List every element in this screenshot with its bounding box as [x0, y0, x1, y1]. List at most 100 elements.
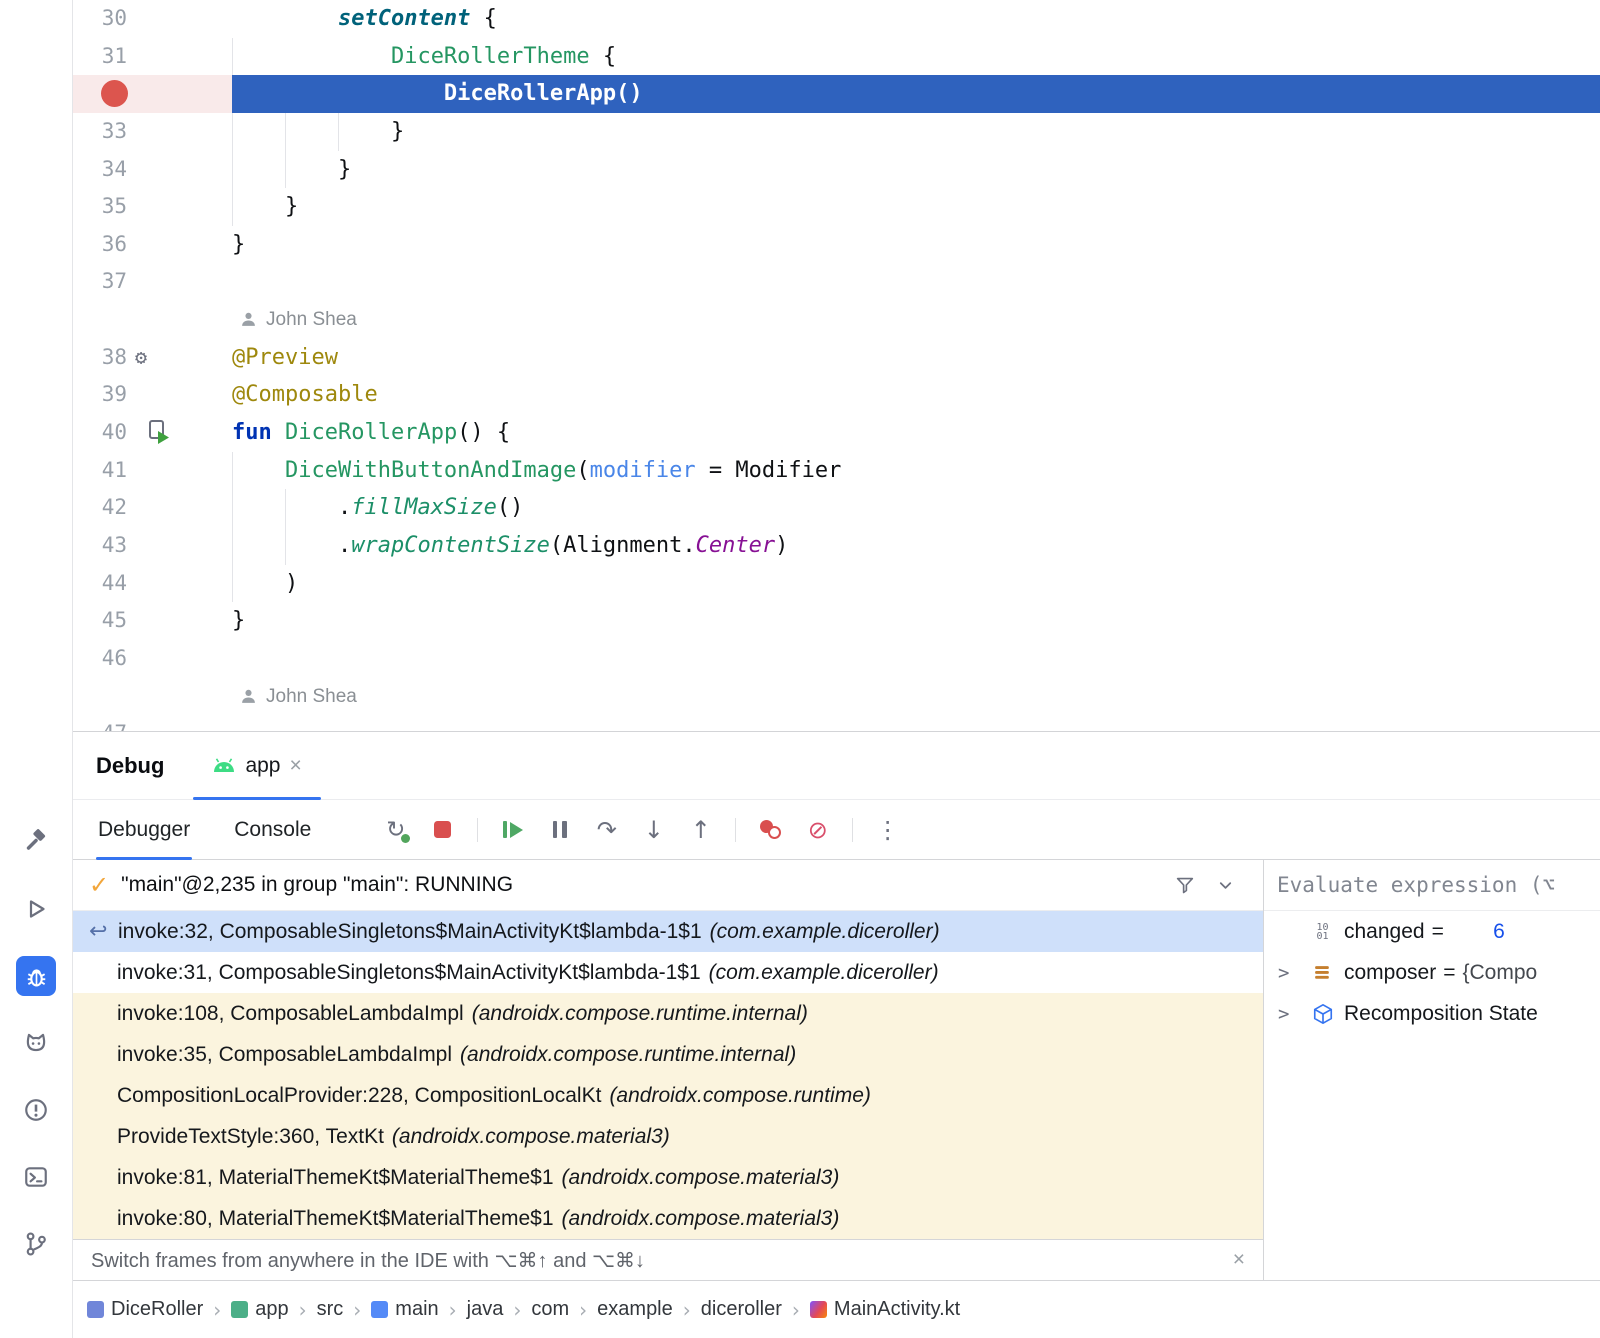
gutter-icon-area — [127, 151, 232, 189]
gutter[interactable]: 38⚙ — [73, 339, 232, 377]
line-number[interactable]: 39 — [73, 376, 127, 414]
gutter[interactable]: 47 — [73, 715, 232, 731]
gutter[interactable]: 37 — [73, 263, 232, 301]
object-cube-icon — [1312, 1003, 1334, 1025]
variable-name: composer — [1344, 961, 1436, 985]
expand-chevron-icon[interactable]: > — [1278, 1003, 1309, 1025]
line-number[interactable]: 31 — [73, 38, 127, 76]
stack-frame[interactable]: invoke:81, MaterialThemeKt$MaterialTheme… — [73, 1157, 1263, 1198]
line-number[interactable]: 41 — [73, 452, 127, 490]
gutter[interactable]: 36 — [73, 226, 232, 264]
preview-settings-gear-icon[interactable]: ⚙ — [135, 339, 147, 377]
close-icon[interactable]: × — [290, 755, 302, 776]
debug-icon[interactable] — [16, 956, 56, 996]
line-number[interactable]: 47 — [73, 715, 127, 731]
gutter[interactable]: 44 — [73, 565, 232, 603]
variable-name: Recomposition State — [1344, 1002, 1538, 1026]
variables-list: 10 01changed=6>composer={Compo>Recomposi… — [1264, 911, 1600, 1034]
variable-row[interactable]: 10 01changed=6 — [1264, 911, 1600, 952]
tab-debugger[interactable]: Debugger — [96, 800, 192, 859]
breadcrumb-item[interactable]: diceroller — [701, 1298, 782, 1321]
code-editor[interactable]: 30 setContent {31 DiceRollerTheme { Dice… — [73, 0, 1600, 731]
variable-row[interactable]: > Recomposition State — [1264, 993, 1600, 1034]
line-number[interactable]: 30 — [73, 0, 127, 38]
mute-breakpoints-icon[interactable]: ⊘ — [799, 812, 836, 847]
breadcrumb-item[interactable]: example — [597, 1298, 673, 1321]
line-number[interactable]: 45 — [73, 602, 127, 640]
gutter[interactable]: 30 — [73, 0, 232, 38]
step-into-icon[interactable]: ↓ — [635, 812, 672, 847]
stack-frame[interactable]: CompositionLocalProvider:228, Compositio… — [73, 1075, 1263, 1116]
line-number[interactable]: 33 — [73, 113, 127, 151]
gutter[interactable]: 41 — [73, 452, 232, 490]
tab-app-session[interactable]: app × — [193, 732, 320, 799]
line-number[interactable]: 44 — [73, 565, 127, 603]
line-number[interactable]: 37 — [73, 263, 127, 301]
step-over-icon[interactable]: ↷ — [588, 812, 625, 847]
gutter[interactable] — [73, 75, 232, 113]
line-number[interactable]: 46 — [73, 640, 127, 678]
breadcrumb-item[interactable]: app — [231, 1298, 288, 1321]
tab-console[interactable]: Console — [232, 800, 313, 859]
frame-location: invoke:80, MaterialThemeKt$MaterialTheme… — [117, 1207, 554, 1231]
gutter[interactable]: 33 — [73, 113, 232, 151]
stack-frame[interactable]: invoke:80, MaterialThemeKt$MaterialTheme… — [73, 1198, 1263, 1239]
stack-frame[interactable]: ProvideTextStyle:360, TextKt(androidx.co… — [73, 1116, 1263, 1157]
breadcrumb-item[interactable]: MainActivity.kt — [810, 1298, 960, 1321]
logcat-icon[interactable] — [16, 1023, 56, 1063]
view-breakpoints-icon[interactable] — [752, 812, 789, 847]
gutter[interactable]: 34 — [73, 151, 232, 189]
gutter[interactable]: 45 — [73, 602, 232, 640]
pause-icon[interactable] — [541, 812, 578, 847]
stack-frame[interactable]: invoke:31, ComposableSingletons$MainActi… — [73, 952, 1263, 993]
terminal-icon[interactable] — [16, 1157, 56, 1197]
breadcrumb-item[interactable]: com — [531, 1298, 569, 1321]
line-number[interactable]: 43 — [73, 527, 127, 565]
chevron-down-icon[interactable] — [1216, 876, 1235, 895]
variable-value: 6 — [1451, 920, 1505, 944]
line-number[interactable]: 35 — [73, 188, 127, 226]
gutter[interactable]: 40 — [73, 414, 232, 452]
build-hammer-icon[interactable] — [16, 822, 56, 862]
breadcrumb-item[interactable]: java — [467, 1298, 504, 1321]
expand-chevron-icon[interactable]: > — [1278, 962, 1309, 984]
resume-icon[interactable] — [494, 812, 531, 847]
run-icon[interactable] — [16, 889, 56, 929]
line-number[interactable]: 38 — [73, 339, 127, 377]
stop-icon[interactable] — [424, 812, 461, 847]
gutter-icon-area: ⚙ — [127, 339, 232, 377]
thread-status-row[interactable]: ✓ "main"@2,235 in group "main": RUNNING — [73, 860, 1263, 911]
line-number[interactable]: 34 — [73, 151, 127, 189]
variable-row[interactable]: >composer={Compo — [1264, 952, 1600, 993]
stack-frame[interactable]: ↩invoke:32, ComposableSingletons$MainAct… — [73, 911, 1263, 952]
code-line: DiceRollerApp() — [73, 75, 1600, 113]
evaluate-expression-field[interactable]: Evaluate expression (⌥ — [1264, 860, 1600, 911]
gutter[interactable]: 35 — [73, 188, 232, 226]
gutter[interactable] — [73, 301, 232, 339]
line-number[interactable]: 36 — [73, 226, 127, 264]
gutter[interactable]: 42 — [73, 489, 232, 527]
gutter[interactable] — [73, 678, 232, 716]
breadcrumb-item[interactable]: src — [317, 1298, 344, 1321]
line-number[interactable] — [73, 301, 127, 339]
rerun-icon[interactable]: ↻ — [377, 812, 414, 847]
line-number[interactable]: 40 — [73, 414, 127, 452]
more-options-icon[interactable]: ⋮ — [869, 812, 906, 847]
filter-icon[interactable] — [1174, 874, 1196, 896]
line-number[interactable]: 42 — [73, 489, 127, 527]
breadcrumb-item[interactable]: main — [371, 1298, 438, 1321]
frame-package: (androidx.compose.runtime.internal) — [460, 1043, 796, 1067]
breadcrumb-item[interactable]: DiceRoller — [87, 1298, 203, 1321]
line-number[interactable] — [73, 678, 127, 716]
step-out-icon[interactable]: ↑ — [682, 812, 719, 847]
stack-frame[interactable]: invoke:108, ComposableLambdaImpl(android… — [73, 993, 1263, 1034]
problems-icon[interactable] — [16, 1090, 56, 1130]
gutter[interactable]: 31 — [73, 38, 232, 76]
gutter[interactable]: 39 — [73, 376, 232, 414]
stack-frame[interactable]: invoke:35, ComposableLambdaImpl(androidx… — [73, 1034, 1263, 1075]
gutter[interactable]: 43 — [73, 527, 232, 565]
return-arrow-icon: ↩ — [89, 919, 110, 944]
gutter[interactable]: 46 — [73, 640, 232, 678]
close-icon[interactable]: × — [1233, 1248, 1245, 1272]
version-control-icon[interactable] — [16, 1224, 56, 1264]
